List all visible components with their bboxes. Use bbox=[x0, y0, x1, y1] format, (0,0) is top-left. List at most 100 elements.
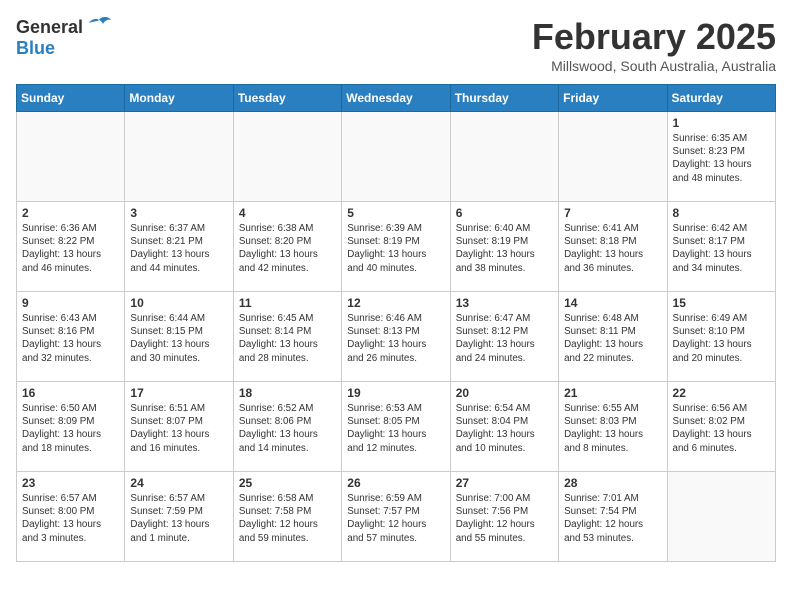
day-number-1: 1 bbox=[673, 116, 770, 130]
day-info-1: Sunrise: 6:35 AM Sunset: 8:23 PM Dayligh… bbox=[673, 132, 770, 185]
day-number-7: 7 bbox=[564, 206, 661, 220]
logo-blue: Blue bbox=[16, 38, 55, 59]
day-cell-27: 27Sunrise: 7:00 AM Sunset: 7:56 PM Dayli… bbox=[450, 472, 558, 562]
month-title: February 2025 bbox=[532, 16, 776, 58]
empty-cell bbox=[667, 472, 775, 562]
day-cell-10: 10 Sunrise: 6:44 AM Sunset: 8:15 PM Dayli… bbox=[125, 292, 233, 382]
week-row-3: 16 Sunrise: 6:50 AM Sunset: 8:09 PM Dayli… bbox=[17, 382, 776, 472]
empty-cell bbox=[559, 112, 667, 202]
day-info-27: Sunrise: 7:00 AM Sunset: 7:56 PM Dayligh… bbox=[456, 492, 553, 545]
weekday-tuesday: Tuesday bbox=[233, 85, 341, 112]
day-cell-11: 11 Sunrise: 6:45 AM Sunset: 8:14 PM Dayli… bbox=[233, 292, 341, 382]
day-info-22: Sunrise: 6:56 AM Sunset: 8:02 PM Dayligh… bbox=[673, 402, 770, 455]
day-number-20: 20 bbox=[456, 386, 553, 400]
empty-cell bbox=[450, 112, 558, 202]
weekday-monday: Monday bbox=[125, 85, 233, 112]
day-info-24: Sunrise: 6:57 AM Sunset: 7:59 PM Dayligh… bbox=[130, 492, 227, 545]
day-cell-7: 7 Sunrise: 6:41 AM Sunset: 8:18 PM Daylig… bbox=[559, 202, 667, 292]
day-cell-5: 5 Sunrise: 6:39 AM Sunset: 8:19 PM Daylig… bbox=[342, 202, 450, 292]
day-number-13: 13 bbox=[456, 296, 553, 310]
day-number-15: 15 bbox=[673, 296, 770, 310]
day-info-26: Sunrise: 6:59 AM Sunset: 7:57 PM Dayligh… bbox=[347, 492, 444, 545]
day-cell-6: 6Sunrise: 6:40 AM Sunset: 8:19 PM Daylig… bbox=[450, 202, 558, 292]
day-cell-28: 28Sunrise: 7:01 AM Sunset: 7:54 PM Dayli… bbox=[559, 472, 667, 562]
day-cell-14: 14 Sunrise: 6:48 AM Sunset: 8:11 PM Dayli… bbox=[559, 292, 667, 382]
day-cell-23: 23Sunrise: 6:57 AM Sunset: 8:00 PM Dayli… bbox=[17, 472, 125, 562]
day-number-25: 25 bbox=[239, 476, 336, 490]
title-block: February 2025 Millswood, South Australia… bbox=[532, 16, 776, 74]
day-cell-15: 15 Sunrise: 6:49 AM Sunset: 8:10 PM Dayli… bbox=[667, 292, 775, 382]
day-info-16: Sunrise: 6:50 AM Sunset: 8:09 PM Dayligh… bbox=[22, 402, 119, 455]
weekday-wednesday: Wednesday bbox=[342, 85, 450, 112]
empty-cell bbox=[342, 112, 450, 202]
day-info-6: Sunrise: 6:40 AM Sunset: 8:19 PM Dayligh… bbox=[456, 222, 553, 275]
day-cell-22: 22 Sunrise: 6:56 AM Sunset: 8:02 PM Dayli… bbox=[667, 382, 775, 472]
day-number-22: 22 bbox=[673, 386, 770, 400]
day-cell-25: 25 Sunrise: 6:58 AM Sunset: 7:58 PM Dayli… bbox=[233, 472, 341, 562]
calendar-table: SundayMondayTuesdayWednesdayThursdayFrid… bbox=[16, 84, 776, 562]
day-number-9: 9 bbox=[22, 296, 119, 310]
day-number-4: 4 bbox=[239, 206, 336, 220]
day-info-3: Sunrise: 6:37 AM Sunset: 8:21 PM Dayligh… bbox=[130, 222, 227, 275]
day-info-4: Sunrise: 6:38 AM Sunset: 8:20 PM Dayligh… bbox=[239, 222, 336, 275]
day-cell-19: 19 Sunrise: 6:53 AM Sunset: 8:05 PM Dayli… bbox=[342, 382, 450, 472]
page-header: General Blue February 2025 Millswood, So… bbox=[16, 16, 776, 74]
day-number-11: 11 bbox=[239, 296, 336, 310]
day-number-12: 12 bbox=[347, 296, 444, 310]
empty-cell bbox=[17, 112, 125, 202]
day-number-5: 5 bbox=[347, 206, 444, 220]
day-number-10: 10 bbox=[130, 296, 227, 310]
day-number-19: 19 bbox=[347, 386, 444, 400]
day-info-13: Sunrise: 6:47 AM Sunset: 8:12 PM Dayligh… bbox=[456, 312, 553, 365]
empty-cell bbox=[233, 112, 341, 202]
day-info-20: Sunrise: 6:54 AM Sunset: 8:04 PM Dayligh… bbox=[456, 402, 553, 455]
calendar-body: 1 Sunrise: 6:35 AM Sunset: 8:23 PM Daylig… bbox=[17, 112, 776, 562]
day-cell-16: 16 Sunrise: 6:50 AM Sunset: 8:09 PM Dayli… bbox=[17, 382, 125, 472]
day-info-9: Sunrise: 6:43 AM Sunset: 8:16 PM Dayligh… bbox=[22, 312, 119, 365]
empty-cell bbox=[125, 112, 233, 202]
day-cell-3: 3Sunrise: 6:37 AM Sunset: 8:21 PM Daylig… bbox=[125, 202, 233, 292]
day-number-2: 2 bbox=[22, 206, 119, 220]
week-row-1: 2Sunrise: 6:36 AM Sunset: 8:22 PM Daylig… bbox=[17, 202, 776, 292]
weekday-friday: Friday bbox=[559, 85, 667, 112]
day-cell-12: 12 Sunrise: 6:46 AM Sunset: 8:13 PM Dayli… bbox=[342, 292, 450, 382]
day-number-28: 28 bbox=[564, 476, 661, 490]
logo: General Blue bbox=[16, 16, 113, 59]
weekday-header-row: SundayMondayTuesdayWednesdayThursdayFrid… bbox=[17, 85, 776, 112]
day-cell-13: 13 Sunrise: 6:47 AM Sunset: 8:12 PM Dayli… bbox=[450, 292, 558, 382]
day-cell-24: 24 Sunrise: 6:57 AM Sunset: 7:59 PM Dayli… bbox=[125, 472, 233, 562]
week-row-0: 1 Sunrise: 6:35 AM Sunset: 8:23 PM Daylig… bbox=[17, 112, 776, 202]
day-number-24: 24 bbox=[130, 476, 227, 490]
day-number-8: 8 bbox=[673, 206, 770, 220]
location: Millswood, South Australia, Australia bbox=[532, 58, 776, 74]
day-info-5: Sunrise: 6:39 AM Sunset: 8:19 PM Dayligh… bbox=[347, 222, 444, 275]
day-cell-9: 9 Sunrise: 6:43 AM Sunset: 8:16 PM Daylig… bbox=[17, 292, 125, 382]
day-info-11: Sunrise: 6:45 AM Sunset: 8:14 PM Dayligh… bbox=[239, 312, 336, 365]
day-number-18: 18 bbox=[239, 386, 336, 400]
day-info-10: Sunrise: 6:44 AM Sunset: 8:15 PM Dayligh… bbox=[130, 312, 227, 365]
day-cell-4: 4 Sunrise: 6:38 AM Sunset: 8:20 PM Daylig… bbox=[233, 202, 341, 292]
day-cell-8: 8 Sunrise: 6:42 AM Sunset: 8:17 PM Daylig… bbox=[667, 202, 775, 292]
weekday-saturday: Saturday bbox=[667, 85, 775, 112]
day-number-26: 26 bbox=[347, 476, 444, 490]
day-info-12: Sunrise: 6:46 AM Sunset: 8:13 PM Dayligh… bbox=[347, 312, 444, 365]
day-info-23: Sunrise: 6:57 AM Sunset: 8:00 PM Dayligh… bbox=[22, 492, 119, 545]
day-cell-18: 18Sunrise: 6:52 AM Sunset: 8:06 PM Dayli… bbox=[233, 382, 341, 472]
day-info-25: Sunrise: 6:58 AM Sunset: 7:58 PM Dayligh… bbox=[239, 492, 336, 545]
day-cell-1: 1 Sunrise: 6:35 AM Sunset: 8:23 PM Daylig… bbox=[667, 112, 775, 202]
day-number-14: 14 bbox=[564, 296, 661, 310]
day-cell-20: 20 Sunrise: 6:54 AM Sunset: 8:04 PM Dayli… bbox=[450, 382, 558, 472]
day-info-15: Sunrise: 6:49 AM Sunset: 8:10 PM Dayligh… bbox=[673, 312, 770, 365]
week-row-2: 9 Sunrise: 6:43 AM Sunset: 8:16 PM Daylig… bbox=[17, 292, 776, 382]
day-cell-17: 17Sunrise: 6:51 AM Sunset: 8:07 PM Dayli… bbox=[125, 382, 233, 472]
day-info-17: Sunrise: 6:51 AM Sunset: 8:07 PM Dayligh… bbox=[130, 402, 227, 455]
weekday-sunday: Sunday bbox=[17, 85, 125, 112]
logo-bird-icon bbox=[85, 16, 113, 38]
day-info-8: Sunrise: 6:42 AM Sunset: 8:17 PM Dayligh… bbox=[673, 222, 770, 275]
day-info-19: Sunrise: 6:53 AM Sunset: 8:05 PM Dayligh… bbox=[347, 402, 444, 455]
day-cell-21: 21Sunrise: 6:55 AM Sunset: 8:03 PM Dayli… bbox=[559, 382, 667, 472]
day-number-16: 16 bbox=[22, 386, 119, 400]
weekday-thursday: Thursday bbox=[450, 85, 558, 112]
day-info-14: Sunrise: 6:48 AM Sunset: 8:11 PM Dayligh… bbox=[564, 312, 661, 365]
day-info-7: Sunrise: 6:41 AM Sunset: 8:18 PM Dayligh… bbox=[564, 222, 661, 275]
